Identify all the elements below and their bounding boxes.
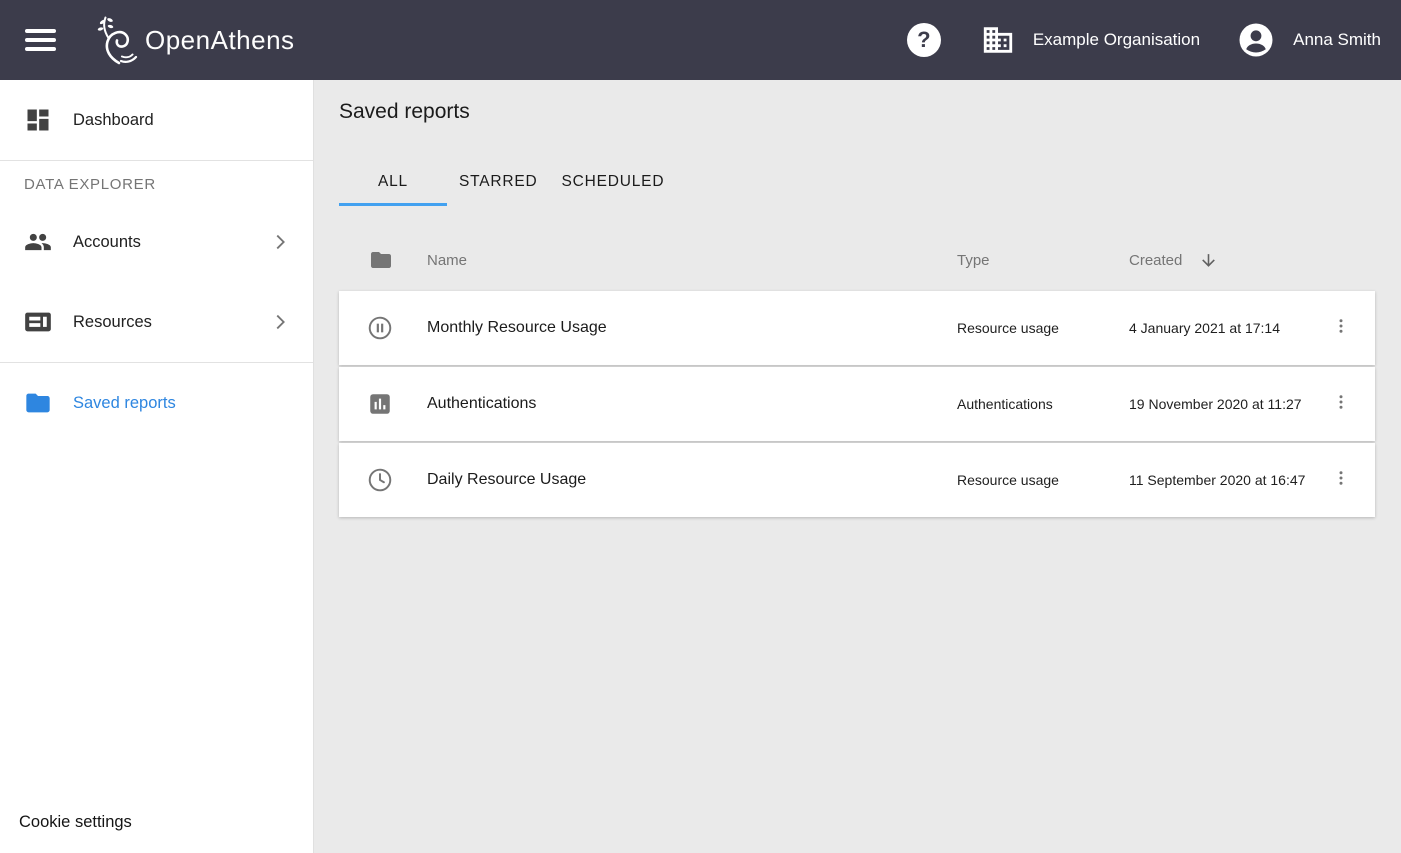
account-circle-icon	[1238, 22, 1274, 58]
user-name: Anna Smith	[1293, 30, 1381, 50]
topbar-right: ? Example Organisation Anna Smith	[907, 22, 1381, 58]
report-name: Authentications	[427, 395, 957, 413]
sidebar-section-label: DATA EXPLORER	[0, 161, 313, 202]
resources-layout-icon	[24, 308, 52, 336]
menu-icon[interactable]	[25, 24, 56, 56]
tab-bar: ALL STARRED SCHEDULED	[339, 161, 1375, 206]
logo-text: OpenAthens	[145, 25, 295, 56]
sidebar: Dashboard DATA EXPLORER Accounts	[0, 80, 314, 853]
people-icon	[24, 228, 52, 256]
report-type: Resource usage	[957, 472, 1129, 488]
organisation-name: Example Organisation	[1033, 30, 1200, 50]
report-name: Monthly Resource Usage	[427, 319, 957, 337]
report-type: Resource usage	[957, 320, 1129, 336]
report-row-authentications[interactable]: Authentications Authentications 19 Novem…	[339, 367, 1375, 441]
report-type: Authentications	[957, 396, 1129, 412]
row-menu-icon[interactable]	[1326, 387, 1356, 422]
tab-all[interactable]: ALL	[339, 161, 447, 206]
top-bar: OpenAthens ? Example Organisation Anna S…	[0, 0, 1401, 80]
arrow-down-icon[interactable]	[1199, 251, 1218, 270]
app-window: OpenAthens ? Example Organisation Anna S…	[0, 0, 1401, 853]
sidebar-item-label: Resources	[73, 313, 152, 332]
folder-icon	[369, 248, 393, 272]
report-created: 11 September 2020 at 16:47	[1129, 472, 1307, 488]
sidebar-item-resources[interactable]: Resources	[0, 282, 313, 362]
main-panel: Saved reports ALL STARRED SCHEDULED Name…	[314, 80, 1401, 853]
user-menu[interactable]: Anna Smith	[1238, 22, 1381, 58]
sidebar-item-label: Dashboard	[73, 111, 154, 130]
report-row-daily-resource-usage[interactable]: Daily Resource Usage Resource usage 11 S…	[339, 443, 1375, 517]
sidebar-item-saved-reports[interactable]: Saved reports	[0, 363, 313, 443]
pause-circle-icon	[367, 315, 393, 341]
chevron-right-icon	[269, 231, 291, 253]
help-icon[interactable]: ?	[907, 23, 941, 57]
report-name: Daily Resource Usage	[427, 471, 957, 489]
report-created: 4 January 2021 at 17:14	[1129, 320, 1307, 336]
clock-icon	[367, 467, 393, 493]
cookie-settings-link[interactable]: Cookie settings	[19, 813, 132, 832]
tab-scheduled[interactable]: SCHEDULED	[550, 161, 677, 206]
page-title: Saved reports	[339, 100, 1375, 124]
organisation-selector[interactable]: Example Organisation	[981, 23, 1238, 57]
row-menu-icon[interactable]	[1326, 311, 1356, 346]
openathens-logo: OpenAthens	[95, 14, 295, 66]
row-menu-icon[interactable]	[1326, 463, 1356, 498]
table-header: Name Type Created	[339, 229, 1375, 291]
organisation-building-icon	[981, 23, 1015, 57]
column-header-name: Name	[427, 252, 957, 269]
column-header-created[interactable]: Created	[1129, 252, 1182, 269]
report-row-monthly-resource-usage[interactable]: Monthly Resource Usage Resource usage 4 …	[339, 291, 1375, 365]
chevron-right-icon	[269, 311, 291, 333]
sidebar-item-label: Saved reports	[73, 394, 176, 413]
column-header-type: Type	[957, 252, 1129, 269]
report-created: 19 November 2020 at 11:27	[1129, 396, 1307, 412]
sidebar-item-accounts[interactable]: Accounts	[0, 202, 313, 282]
content-area: Dashboard DATA EXPLORER Accounts	[0, 80, 1401, 853]
sidebar-item-dashboard[interactable]: Dashboard	[0, 80, 313, 160]
folder-icon	[24, 389, 52, 417]
bar-chart-icon	[367, 391, 393, 417]
sidebar-item-label: Accounts	[73, 233, 141, 252]
dashboard-icon	[24, 106, 52, 134]
tab-starred[interactable]: STARRED	[447, 161, 550, 206]
openathens-plant-icon	[95, 14, 139, 66]
report-list: Monthly Resource Usage Resource usage 4 …	[339, 291, 1375, 517]
